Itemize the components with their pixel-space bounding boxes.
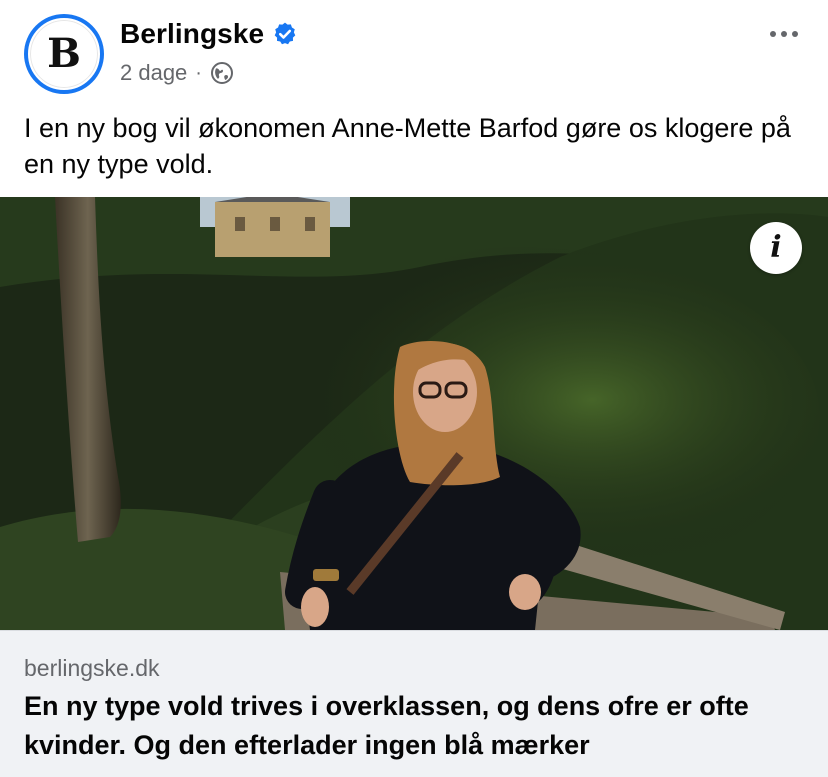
post-text: I en ny bog vil økonomen Anne-Mette Barf… bbox=[24, 113, 791, 179]
more-dot-icon bbox=[792, 31, 798, 37]
post-photo[interactable] bbox=[0, 197, 828, 630]
link-preview[interactable]: berlingske.dk En ny type vold trives i o… bbox=[0, 630, 828, 777]
avatar-letter: B bbox=[47, 30, 81, 77]
post-meta: 2 dage · bbox=[120, 60, 234, 86]
meta-separator: · bbox=[195, 61, 202, 84]
link-title[interactable]: En ny type vold trives i overklassen, og… bbox=[24, 687, 804, 765]
more-dot-icon bbox=[781, 31, 787, 37]
page-avatar[interactable]: B bbox=[24, 14, 104, 94]
info-icon: i bbox=[770, 230, 782, 265]
page-name-link[interactable]: Berlingske bbox=[120, 18, 264, 50]
post-timestamp[interactable]: 2 dage bbox=[120, 60, 187, 86]
more-dot-icon bbox=[770, 31, 776, 37]
page-name-row: Berlingske bbox=[120, 18, 298, 50]
avatar-logo: B bbox=[28, 18, 100, 90]
facebook-post: B Berlingske 2 dage · I en ny bog vil øk… bbox=[0, 0, 828, 777]
photo-info-button[interactable]: i bbox=[750, 222, 802, 274]
globe-icon[interactable] bbox=[210, 61, 234, 85]
more-options-button[interactable] bbox=[764, 24, 804, 44]
link-domain: berlingske.dk bbox=[24, 655, 160, 681]
photo-illustration bbox=[0, 197, 828, 630]
verified-badge-icon bbox=[274, 22, 296, 45]
